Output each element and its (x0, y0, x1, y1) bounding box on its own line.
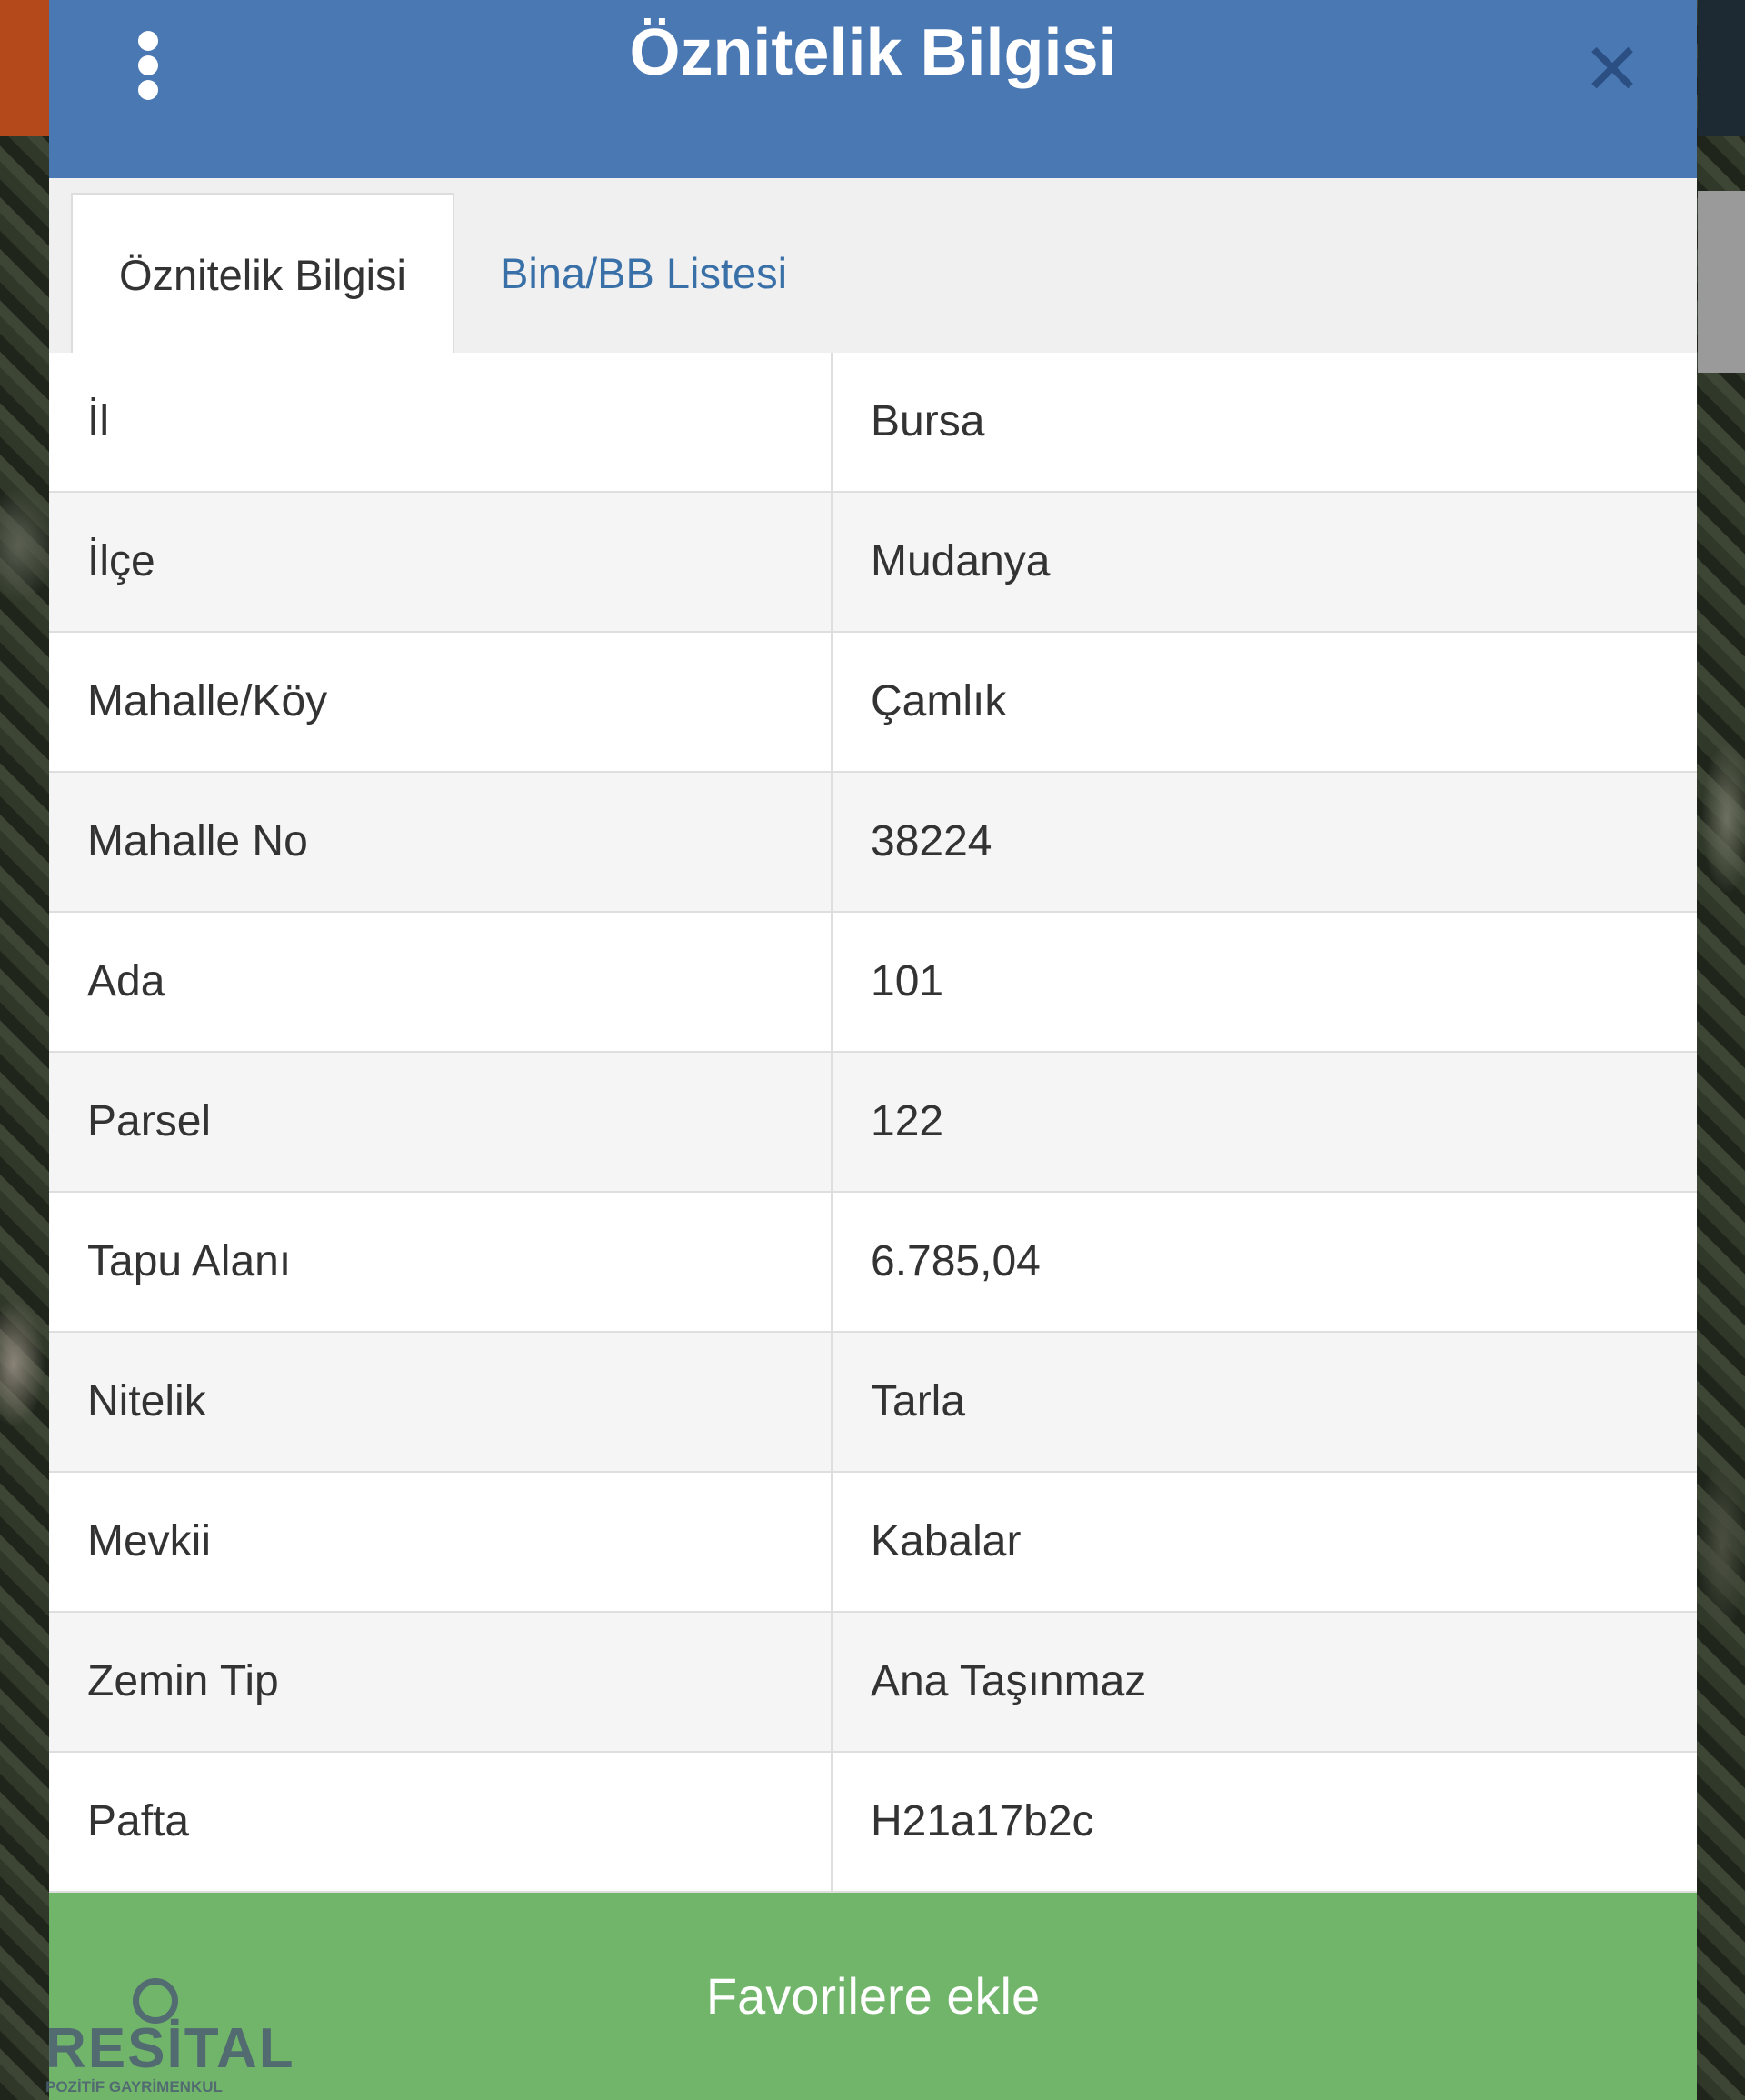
map-ui-panel-edge (1698, 191, 1745, 373)
watermark-logo-text: RESİTAL (45, 2017, 295, 2080)
attribute-value: Ana Taşınmaz (871, 1657, 1147, 1705)
attribute-value: Mudanya (871, 537, 1051, 585)
add-to-favorites-button[interactable]: Favorilere ekle (49, 1893, 1697, 2100)
table-row: Nitelik Tarla (49, 1333, 1697, 1473)
table-row: Pafta H21a17b2c (49, 1753, 1697, 1893)
dialog-title: Öznitelik Bilgisi (629, 16, 1117, 89)
attribute-key: İlçe (49, 493, 833, 631)
attribute-key: Mevkii (49, 1473, 833, 1611)
attribute-value: 122 (871, 1097, 944, 1145)
attribute-value: Bursa (871, 397, 985, 445)
map-ui-strip-left (0, 0, 55, 136)
attribute-key: Zemin Tip (49, 1613, 833, 1751)
attribute-value: Kabalar (871, 1517, 1022, 1565)
attribute-value: Çamlık (871, 677, 1007, 725)
attribute-value: 6.785,04 (871, 1237, 1041, 1285)
attribute-key: Tapu Alanı (49, 1193, 833, 1331)
table-row: Mevkii Kabalar (49, 1473, 1697, 1613)
table-row: İlçe Mudanya (49, 493, 1697, 633)
table-row: Parsel 122 (49, 1053, 1697, 1193)
attribute-key: Mahalle No (49, 773, 833, 911)
watermark-subtitle: POZİTİF GAYRİMENKUL (45, 2078, 223, 2095)
attribute-value: 38224 (871, 817, 992, 865)
watermark-logo: RESİTAL POZİTİF GAYRİMENKUL (45, 1973, 294, 2095)
map-ui-strip-right (1698, 0, 1745, 136)
attribute-table: İl Bursa İlçe Mudanya Mahalle/Köy Çamlık… (49, 353, 1697, 1893)
attribute-key: Pafta (49, 1753, 833, 1891)
table-row: İl Bursa (49, 353, 1697, 493)
tab-attribute-info[interactable]: Öznitelik Bilgisi (71, 193, 454, 355)
attribute-value: 101 (871, 957, 944, 1005)
table-row: Tapu Alanı 6.785,04 (49, 1193, 1697, 1333)
attribute-info-dialog: Öznitelik Bilgisi ✕ Öznitelik Bilgisi Bi… (49, 0, 1697, 2100)
dialog-header: Öznitelik Bilgisi ✕ (49, 0, 1697, 178)
attribute-key: Ada (49, 913, 833, 1051)
table-row: Zemin Tip Ana Taşınmaz (49, 1613, 1697, 1753)
table-row: Mahalle/Köy Çamlık (49, 633, 1697, 773)
attribute-key: Mahalle/Köy (49, 633, 833, 771)
attribute-key: Nitelik (49, 1333, 833, 1471)
attribute-key: İl (49, 353, 833, 491)
attribute-key: Parsel (49, 1053, 833, 1191)
close-icon[interactable]: ✕ (1576, 33, 1649, 105)
attribute-value: H21a17b2c (871, 1797, 1094, 1845)
attribute-value: Tarla (871, 1377, 966, 1425)
table-row: Ada 101 (49, 913, 1697, 1053)
tab-bar: Öznitelik Bilgisi Bina/BB Listesi (49, 178, 1697, 355)
tab-building-list[interactable]: Bina/BB Listesi (476, 193, 840, 355)
table-row: Mahalle No 38224 (49, 773, 1697, 913)
